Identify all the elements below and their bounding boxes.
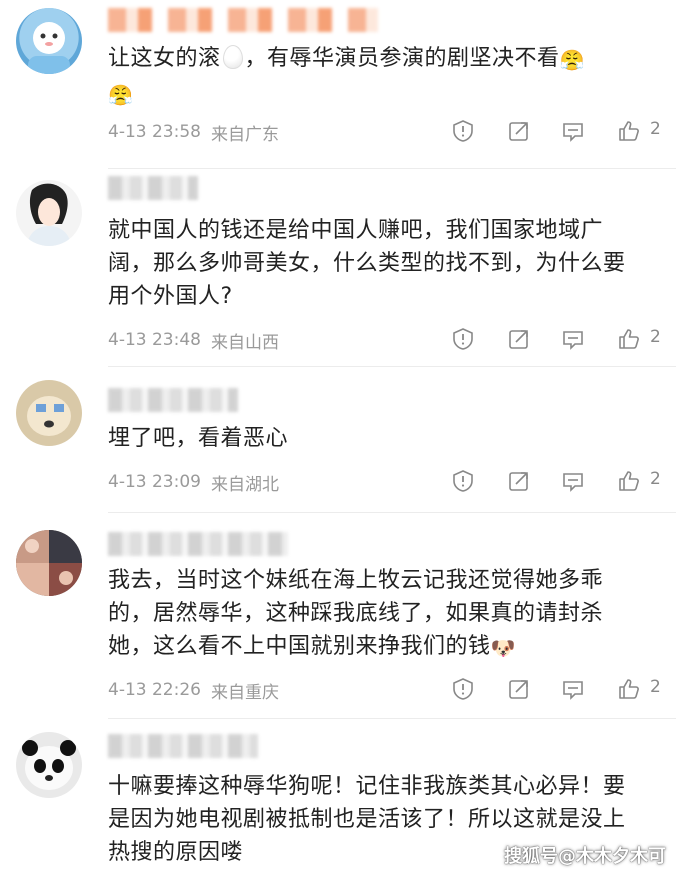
report-button[interactable] bbox=[448, 324, 478, 354]
comment-text: 就中国人的钱还是给中国人赚吧，我们国家地域广阔，那么多帅哥美女，什么类型的找不到… bbox=[108, 218, 626, 309]
emoji: 😤 bbox=[108, 83, 134, 107]
report-icon bbox=[453, 470, 473, 492]
avatar-image bbox=[27, 396, 71, 436]
comment-button[interactable] bbox=[558, 674, 588, 704]
like-button[interactable] bbox=[614, 116, 644, 146]
avatar[interactable] bbox=[16, 8, 82, 74]
like-count: 2 bbox=[650, 327, 661, 347]
avatar-image bbox=[16, 530, 82, 596]
share-button[interactable] bbox=[504, 116, 534, 146]
report-icon bbox=[453, 120, 473, 142]
share-button[interactable] bbox=[504, 324, 534, 354]
like-count: 2 bbox=[650, 677, 661, 697]
comment-item: 就中国人的钱还是给中国人赚吧，我们国家地域广阔，那么多帅哥美女，什么类型的找不到… bbox=[0, 168, 676, 366]
report-button[interactable] bbox=[448, 116, 478, 146]
comment-actions: 2 bbox=[448, 466, 668, 496]
avatar[interactable] bbox=[16, 380, 82, 446]
avatar[interactable] bbox=[16, 180, 82, 246]
share-icon bbox=[509, 122, 528, 141]
comment-location: 来自湖北 bbox=[210, 474, 279, 495]
comment-location: 来自广东 bbox=[210, 124, 279, 145]
report-button[interactable] bbox=[448, 466, 478, 496]
watermark: 搜狐号@木木夕木可 bbox=[504, 846, 666, 867]
username-blurred[interactable] bbox=[108, 176, 198, 200]
like-button[interactable] bbox=[614, 674, 644, 704]
comment-actions: 2 bbox=[448, 324, 668, 354]
comment-time: 4-13 23:09 bbox=[108, 472, 201, 492]
share-icon bbox=[509, 680, 528, 699]
like-icon bbox=[619, 471, 639, 491]
comment-time: 4-13 23:58 bbox=[108, 122, 201, 142]
share-button[interactable] bbox=[504, 674, 534, 704]
comment-button[interactable] bbox=[558, 324, 588, 354]
like-count: 2 bbox=[650, 469, 661, 489]
share-icon bbox=[509, 472, 528, 491]
report-icon bbox=[453, 328, 473, 350]
comment-icon bbox=[563, 331, 583, 350]
comment-meta: 4-13 22:26 来自重庆 bbox=[108, 678, 279, 703]
username-blurred[interactable] bbox=[108, 734, 258, 758]
comment-location: 来自山西 bbox=[210, 332, 279, 353]
avatar-image bbox=[28, 22, 70, 74]
like-icon bbox=[619, 679, 639, 699]
comment-text-part: 我去，当时这个妹纸在海上牧云记我还觉得她多乖的，居然辱华，这种踩我底线了，如果真… bbox=[108, 568, 604, 659]
comment-actions: 2 bbox=[448, 674, 668, 704]
like-icon bbox=[619, 329, 639, 349]
comment-item: 我去，当时这个妹纸在海上牧云记我还觉得她多乖的，居然辱华，这种踩我底线了，如果真… bbox=[0, 512, 676, 718]
comment-text-part: ，有辱华演员参演的剧坚决不看 bbox=[244, 46, 560, 71]
avatar[interactable] bbox=[16, 530, 82, 596]
comment-icon bbox=[563, 681, 583, 700]
comment-text: 让这女的滚 ，有辱华演员参演的剧坚决不看😤 😤 bbox=[108, 42, 626, 112]
comment-icon bbox=[563, 123, 583, 142]
comment-button[interactable] bbox=[558, 466, 588, 496]
comment-item: 让这女的滚 ，有辱华演员参演的剧坚决不看😤 😤 4-13 23:58 来自广东 2 bbox=[0, 0, 676, 168]
like-icon bbox=[619, 121, 639, 141]
comment-meta: 4-13 23:09 来自湖北 bbox=[108, 470, 279, 495]
comment-location: 来自重庆 bbox=[210, 682, 279, 703]
comment-text-part: 让这女的滚 bbox=[108, 46, 221, 71]
comment-item: 埋了吧，看着恶心 4-13 23:09 来自湖北 2 bbox=[0, 366, 676, 512]
comment-actions: 2 bbox=[448, 116, 668, 146]
username-blurred[interactable] bbox=[108, 532, 288, 556]
comment-meta: 4-13 23:48 来自山西 bbox=[108, 328, 279, 353]
like-count: 2 bbox=[650, 119, 661, 139]
like-button[interactable] bbox=[614, 466, 644, 496]
comment-icon bbox=[563, 473, 583, 492]
avatar-image bbox=[26, 183, 72, 246]
username-blurred[interactable] bbox=[108, 388, 238, 412]
report-icon bbox=[453, 678, 473, 700]
comment-meta: 4-13 23:58 来自广东 bbox=[108, 120, 279, 145]
share-icon bbox=[509, 330, 528, 349]
doge-emoji: 🐶 bbox=[490, 636, 516, 660]
avatar[interactable] bbox=[16, 732, 82, 798]
share-button[interactable] bbox=[504, 466, 534, 496]
avatar-image bbox=[22, 740, 76, 790]
comment-time: 4-13 22:26 bbox=[108, 680, 201, 700]
egg-emoji bbox=[222, 45, 243, 69]
comment-text: 我去，当时这个妹纸在海上牧云记我还觉得她多乖的，居然辱华，这种踩我底线了，如果真… bbox=[108, 564, 626, 665]
comment-time: 4-13 23:48 bbox=[108, 330, 201, 350]
emoji: 😤 bbox=[559, 48, 585, 72]
username-blurred[interactable] bbox=[108, 8, 378, 32]
report-button[interactable] bbox=[448, 674, 478, 704]
like-button[interactable] bbox=[614, 324, 644, 354]
comment-text: 埋了吧，看着恶心 bbox=[108, 426, 289, 451]
comment-button[interactable] bbox=[558, 116, 588, 146]
